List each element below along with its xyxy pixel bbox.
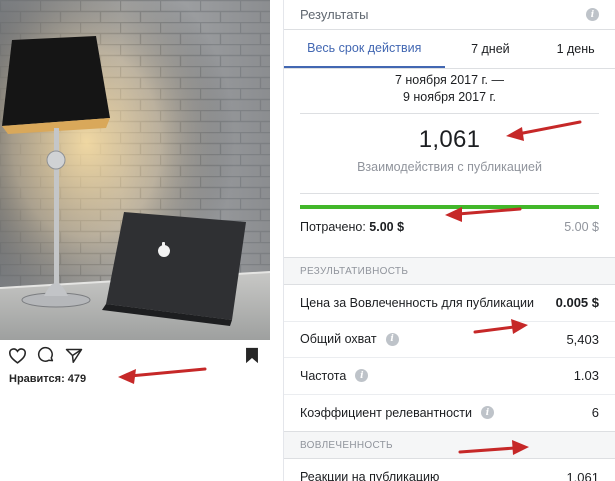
budget-total: 5.00 $: [564, 220, 599, 234]
row-label: Цена за Вовлеченность для публикации: [300, 296, 534, 310]
heart-icon[interactable]: [6, 344, 28, 366]
tab-7-days[interactable]: 7 дней: [445, 30, 537, 68]
comment-icon[interactable]: [35, 344, 57, 366]
section-engagement-heading: ВОВЛЕЧЕННОСТЬ: [284, 431, 615, 459]
table-row: Частота i 1.03: [284, 358, 615, 395]
post-actions: [0, 344, 270, 366]
row-value: 5,403: [566, 331, 599, 347]
tab-lifetime[interactable]: Весь срок действия: [284, 30, 445, 68]
row-label-text: Цена за Вовлеченность для публикации: [300, 295, 535, 310]
divider: [300, 193, 599, 194]
panel-header: Результаты i: [284, 0, 615, 29]
spent-value: 5.00 $: [369, 220, 405, 234]
main-metric-label: Взаимодействия с публикацией: [357, 160, 542, 174]
post-photo-image: [0, 0, 270, 340]
tab-1-day[interactable]: 1 день: [536, 30, 615, 68]
info-icon[interactable]: i: [586, 8, 599, 21]
row-value: 6: [591, 405, 599, 421]
date-range-tabs: Весь срок действия 7 дней 1 день: [284, 29, 615, 69]
performance-list: Цена за Вовлеченность для публикации 0.0…: [284, 285, 615, 431]
likes-count[interactable]: Нравится: 479: [9, 373, 86, 385]
row-value: 0.005 $: [555, 295, 599, 311]
table-row: Цена за Вовлеченность для публикации 0.0…: [284, 285, 615, 322]
spent-row: Потрачено: 5.00 $ 5.00 $: [284, 209, 615, 245]
panel-title: Результаты: [300, 7, 369, 22]
main-metric: 1,061 Взаимодействия с публикацией: [284, 114, 615, 184]
row-label-text: Реакции на публикацию: [300, 470, 440, 481]
row-label: Общий охват i: [300, 332, 399, 346]
info-icon[interactable]: i: [481, 406, 494, 420]
row-value: 1,061: [566, 469, 599, 481]
share-icon[interactable]: [63, 344, 85, 366]
spent-info: Потрачено: 5.00 $: [300, 220, 404, 234]
date-range-end: 9 ноября 2017 г.: [402, 90, 497, 104]
section-performance-heading: РЕЗУЛЬТАТИВНОСТЬ: [284, 257, 615, 285]
spent-label: Потрачено:: [300, 220, 366, 234]
main-metric-value: 1,061: [418, 126, 481, 153]
row-value: 1.03: [573, 368, 599, 384]
table-row: Коэффициент релевантности i 6: [284, 395, 615, 432]
results-panel: Результаты i Весь срок действия 7 дней 1…: [283, 0, 615, 481]
row-label-text: Общий охват: [300, 332, 377, 347]
table-row: Общий охват i 5,403: [284, 322, 615, 358]
row-label-text: Коэффициент релевантности: [300, 405, 472, 420]
date-range: 7 ноября 2017 г. — 9 ноября 2017 г.: [284, 72, 615, 106]
info-icon[interactable]: i: [355, 369, 369, 383]
table-row: Реакции на публикацию 1,061: [284, 459, 615, 481]
row-label: Частота i: [300, 368, 369, 383]
bookmark-icon[interactable]: [241, 344, 263, 366]
post-photo: [0, 0, 270, 340]
row-label: Коэффициент релевантности i: [300, 406, 494, 420]
instagram-post: Нравится: 479: [0, 0, 270, 481]
row-label-text: Частота: [300, 368, 347, 383]
date-range-start: 7 ноября 2017 г. —: [394, 73, 505, 87]
info-icon[interactable]: i: [385, 332, 399, 346]
row-label: Реакции на публикацию: [300, 470, 439, 481]
engagement-list: Реакции на публикацию 1,061: [284, 459, 615, 481]
